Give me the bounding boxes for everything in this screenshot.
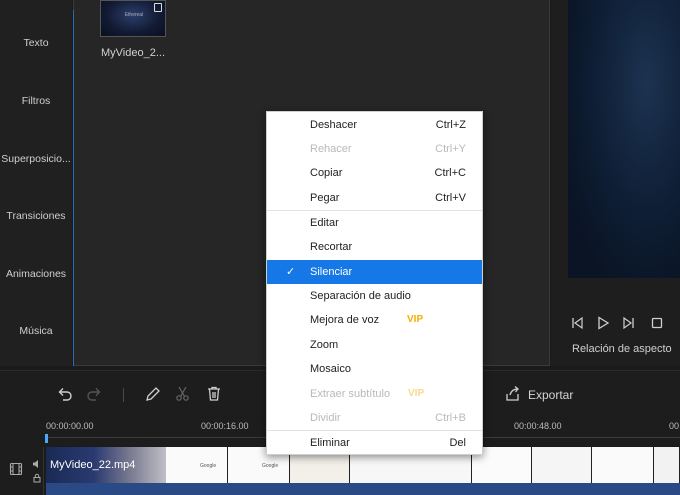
audio-waveform[interactable] xyxy=(46,483,680,495)
menu-item-separacion-audio[interactable]: Separación de audio xyxy=(267,284,482,308)
ruler-tick: 00:00:00.00 xyxy=(46,421,94,431)
thumbnail-caption: Ethereal xyxy=(124,12,144,18)
stop-icon[interactable] xyxy=(650,316,664,330)
menu-item-mejora-voz[interactable]: Mejora de voz VIP xyxy=(267,308,482,332)
prev-frame-icon[interactable] xyxy=(570,316,584,330)
menu-item-dividir[interactable]: Dividir Ctrl+B xyxy=(267,406,482,430)
playhead[interactable] xyxy=(45,434,48,443)
media-thumbnail[interactable]: Ethereal xyxy=(100,0,166,37)
scissors-icon[interactable] xyxy=(174,385,192,403)
menu-item-rehacer[interactable]: Rehacer Ctrl+Y xyxy=(267,137,482,161)
menu-item-copiar[interactable]: Copiar Ctrl+C xyxy=(267,161,482,185)
media-name: MyVideo_2... xyxy=(101,47,166,59)
redo-icon[interactable] xyxy=(86,385,104,403)
menu-item-mosaico[interactable]: Mosaico xyxy=(267,357,482,381)
ruler-tick: 00 xyxy=(669,421,680,431)
sidebar-item-superposicion[interactable]: Superposicio... xyxy=(0,149,72,169)
sidebar-item-animaciones[interactable]: Animaciones xyxy=(0,264,72,284)
sidebar-item-musica[interactable]: Música xyxy=(0,321,72,341)
sidebar-item-filtros[interactable]: Filtros xyxy=(0,91,72,111)
trash-icon[interactable] xyxy=(205,385,223,403)
lock-icon[interactable] xyxy=(32,473,42,483)
menu-item-recortar[interactable]: Recortar xyxy=(267,235,482,259)
vip-badge: VIP xyxy=(408,388,425,399)
track-header xyxy=(0,447,44,495)
clip-frame-text: Google xyxy=(200,463,217,469)
menu-item-eliminar[interactable]: Eliminar Del xyxy=(267,431,482,455)
edit-pencil-icon[interactable] xyxy=(144,385,162,403)
checkmark-icon: ✓ xyxy=(286,266,296,278)
ruler-tick: 00:00:16.00 xyxy=(201,421,249,431)
export-button[interactable]: Exportar xyxy=(528,388,573,402)
ruler-tick: 00:00:48.00 xyxy=(514,421,562,431)
checkbox-icon[interactable] xyxy=(154,3,162,12)
category-sidebar: Texto Filtros Superposicio... Transicion… xyxy=(0,0,72,366)
menu-item-zoom[interactable]: Zoom xyxy=(267,333,482,357)
menu-item-editar[interactable]: Editar xyxy=(267,211,482,235)
aspect-ratio-label[interactable]: Relación de aspecto xyxy=(572,343,672,355)
next-frame-icon[interactable] xyxy=(622,316,636,330)
export-icon[interactable] xyxy=(504,385,522,403)
menu-item-deshacer[interactable]: Deshacer Ctrl+Z xyxy=(267,113,482,137)
menu-item-pegar[interactable]: Pegar Ctrl+V xyxy=(267,186,482,210)
play-icon[interactable] xyxy=(596,316,610,330)
clip-frame xyxy=(532,447,592,483)
context-menu: Deshacer Ctrl+Z Rehacer Ctrl+Y Copiar Ctrl+… xyxy=(266,111,483,455)
undo-icon[interactable] xyxy=(55,385,73,403)
menu-item-silenciar[interactable]: ✓ Silenciar xyxy=(267,260,482,284)
film-icon xyxy=(9,462,23,476)
clip-frame xyxy=(654,447,680,483)
volume-icon[interactable] xyxy=(32,459,42,469)
sidebar-item-texto[interactable]: Texto xyxy=(0,33,72,53)
panel-focus-border xyxy=(73,10,74,366)
clip-name: MyVideo_22.mp4 xyxy=(50,459,136,471)
vip-badge: VIP xyxy=(407,314,424,325)
clip-frame-text: Google xyxy=(262,463,279,469)
preview-canvas xyxy=(568,0,680,278)
clip-frame: Google xyxy=(166,447,228,483)
sidebar-item-transiciones[interactable]: Transiciones xyxy=(0,206,72,226)
toolbar-divider xyxy=(123,388,124,402)
clip-frame xyxy=(592,447,654,483)
menu-item-extraer-subtitulo[interactable]: Extraer subtítulo VIP xyxy=(267,382,482,406)
